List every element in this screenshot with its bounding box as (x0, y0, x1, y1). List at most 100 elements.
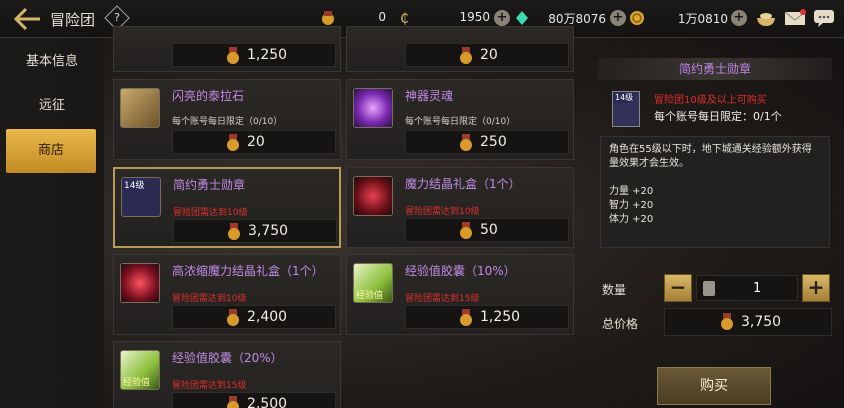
item-price: 20 (480, 47, 498, 63)
add-gold-button[interactable]: + (731, 10, 747, 26)
detail-title: 简约勇士勋章 (598, 58, 832, 80)
quantity-label: 数量 (602, 283, 627, 297)
price-box: 3,750 (173, 219, 337, 243)
item-limit: 每个账号每日限定（0/10） (172, 117, 283, 127)
sidebar-item-shop[interactable]: 商店 (6, 129, 96, 173)
cera-coin-icon: ₵ (400, 11, 409, 26)
total-price-box: 3,750 (664, 308, 832, 336)
add-crystal-button[interactable]: + (610, 10, 626, 26)
currency-medal-value: 0 (378, 10, 386, 24)
detail-limit: 每个账号每日限定：0/1个 (654, 110, 782, 123)
item-name: 经验值胶囊（20%） (172, 351, 283, 365)
gold-medal-icon (227, 47, 239, 64)
shop-item-card[interactable]: 神器灵魂 每个账号每日限定（0/10） 250 (346, 79, 574, 160)
currency-gold-value: 1万0810 (677, 12, 728, 26)
detail-description: 角色在55级以下时，地下城通关经验额外获得量效果才会生效。 力量 +20 智力 … (600, 136, 830, 248)
detail-requirement: 冒险团10级及以上可购买 (654, 95, 767, 106)
sidebar-item-expedition[interactable]: 远征 (0, 84, 104, 128)
item-name: 闪亮的泰拉石 (172, 89, 245, 103)
item-requirement: 冒险团需达到10级 (405, 207, 480, 217)
price-box: 2,400 (172, 305, 336, 329)
tera-stone-icon (120, 88, 160, 128)
gold-medal-icon (227, 134, 239, 151)
buy-button[interactable]: 购买 (657, 367, 771, 405)
shop-item-card-selected[interactable]: 14级 简约勇士勋章 冒险团需达到10级 3,750 (113, 167, 341, 248)
shop-item-card[interactable]: 魔力结晶礼盒（1个） 冒险团需达到10级 50 (346, 167, 574, 248)
item-name: 神器灵魂 (405, 89, 454, 103)
item-price: 1,250 (480, 309, 521, 325)
sidebar-item-basic-info[interactable]: 基本信息 (0, 40, 104, 84)
quantity-value: 1 (753, 281, 762, 296)
stat-vitality: 体力 +20 (609, 214, 654, 225)
currency-crystal-value: 80万8076 (548, 12, 606, 26)
item-name: 经验值胶囊（10%） (405, 264, 516, 278)
item-price: 20 (247, 134, 265, 150)
stat-intelligence: 智力 +20 (609, 200, 654, 211)
item-requirement: 冒险团需达到15级 (405, 294, 480, 304)
crystal-icon (516, 11, 528, 25)
decrease-quantity-button[interactable]: − (664, 274, 692, 302)
exp-capsule-icon: 经验值 (120, 350, 160, 390)
shop-item-card-partial[interactable]: 1,250 (113, 26, 341, 72)
mail-icon[interactable] (784, 8, 806, 28)
warrior-medal-icon: 14级 (121, 177, 161, 217)
increase-quantity-button[interactable]: + (802, 274, 830, 302)
sidebar: 基本信息 远征 商店 (0, 38, 104, 408)
gold-medal-icon (228, 223, 240, 240)
shop-item-card[interactable]: 经验值 经验值胶囊（10%） 冒险团需达到15级 1,250 (346, 254, 574, 335)
description-text: 角色在55级以下时，地下城通关经验额外获得量效果才会生效。 (609, 144, 812, 169)
page-title: 冒险团 (50, 11, 96, 29)
gold-medal-icon (460, 309, 472, 326)
chat-icon[interactable] (813, 8, 835, 28)
item-price: 2,400 (247, 309, 288, 325)
price-box: 20 (405, 43, 569, 67)
svg-text:₵: ₵ (400, 11, 409, 26)
total-price-label: 总价格 (602, 317, 639, 331)
back-arrow-icon[interactable] (13, 7, 44, 31)
level-badge: 14级 (122, 178, 147, 191)
shop-item-card[interactable]: 高浓缩魔力结晶礼盒（1个） 冒险团需达到10级 2,400 (113, 254, 341, 335)
level-badge: 14级 (613, 92, 636, 103)
item-requirement: 冒险团需达到15级 (172, 381, 247, 391)
item-requirement: 冒险团需达到10级 (173, 208, 248, 218)
gold-medal-icon (460, 134, 472, 151)
item-price: 1,250 (247, 47, 288, 63)
price-box: 1,250 (405, 305, 569, 329)
item-name: 魔力结晶礼盒（1个） (405, 177, 521, 191)
add-cera-button[interactable]: + (494, 10, 510, 26)
gold-medal-icon (322, 11, 334, 25)
shop-item-card-partial[interactable]: 20 (346, 26, 574, 72)
price-box: 20 (172, 130, 336, 154)
total-price-value: 3,750 (741, 314, 782, 330)
item-price: 250 (480, 134, 507, 150)
gold-medal-icon (227, 396, 239, 408)
item-price: 2,500 (247, 396, 288, 408)
gold-medal-icon (460, 47, 472, 64)
gold-medal-icon (227, 309, 239, 326)
item-price: 3,750 (248, 223, 289, 239)
artifact-soul-icon (353, 88, 393, 128)
warrior-medal-icon: 14级 (612, 91, 640, 127)
high-magic-crystal-box-icon (120, 263, 160, 303)
quantity-input[interactable]: 1 (696, 275, 798, 301)
shop-item-card[interactable]: 经验值 经验值胶囊（20%） 冒险团需达到15级 2,500 (113, 341, 341, 408)
item-price: 50 (480, 222, 498, 238)
currency-cera-value: 1950 (459, 10, 490, 24)
item-name: 简约勇士勋章 (173, 178, 246, 192)
item-name: 高浓缩魔力结晶礼盒（1个） (172, 264, 324, 278)
price-box: 50 (405, 218, 569, 242)
price-box: 2,500 (172, 392, 336, 408)
price-box: 1,250 (172, 43, 336, 67)
gold-medal-icon (460, 222, 472, 239)
item-limit: 每个账号每日限定（0/10） (405, 117, 516, 127)
shop-item-card[interactable]: 闪亮的泰拉石 每个账号每日限定（0/10） 20 (113, 79, 341, 160)
magic-crystal-box-icon (353, 176, 393, 216)
stat-strength: 力量 +20 (609, 186, 654, 197)
rice-bowl-icon[interactable] (755, 8, 777, 28)
gold-medal-icon (721, 313, 733, 330)
exp-capsule-icon: 经验值 (353, 263, 393, 303)
item-requirement: 冒险团需达到10级 (172, 294, 247, 304)
price-box: 250 (405, 130, 569, 154)
calculator-icon[interactable] (703, 281, 715, 296)
gold-coin-icon (630, 11, 644, 25)
